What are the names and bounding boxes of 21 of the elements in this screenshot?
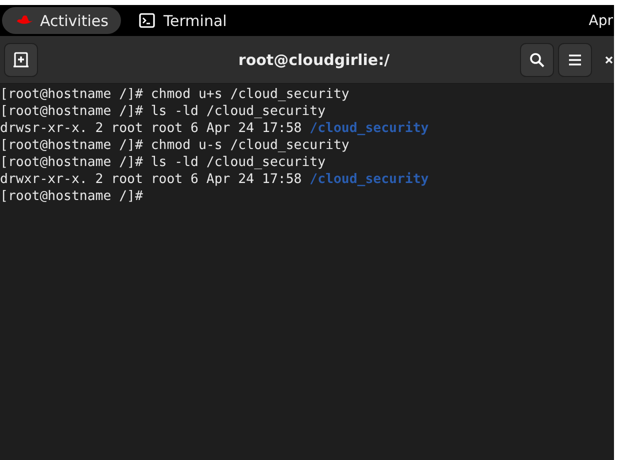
new-tab-button[interactable] bbox=[4, 42, 38, 76]
activities-button[interactable]: Activities bbox=[2, 7, 122, 34]
clock[interactable]: Apr bbox=[588, 12, 614, 28]
terminal-icon bbox=[139, 13, 156, 28]
terminal-line: [root@hostname /]# chmod u-s /cloud_security bbox=[0, 137, 350, 154]
search-icon bbox=[529, 52, 545, 68]
terminal-line: [root@hostname /]# ls -ld /cloud_security bbox=[0, 103, 326, 120]
new-tab-icon bbox=[12, 50, 30, 68]
terminal-line: drwxr-xr-x. 2 root root 6 Apr 24 17:58 /cloud_security bbox=[0, 171, 429, 188]
terminal-line: [root@hostname /]# ls -ld /cloud_security bbox=[0, 154, 326, 171]
hat-icon bbox=[16, 15, 34, 26]
close-button[interactable] bbox=[604, 54, 614, 64]
terminal-line: [root@hostname /]# bbox=[0, 188, 143, 205]
window-title: root@cloudgirlie:/ bbox=[237, 50, 391, 68]
close-icon bbox=[605, 56, 613, 64]
terminal-line: drwsr-xr-x. 2 root root 6 Apr 24 17:58 /cloud_security bbox=[0, 120, 429, 137]
menu-icon bbox=[568, 54, 582, 66]
terminal-app-button[interactable]: Terminal bbox=[135, 12, 231, 30]
terminal-line: [root@hostname /]# chmod u+s /cloud_security bbox=[0, 86, 350, 103]
search-button[interactable] bbox=[520, 42, 554, 76]
menu-button[interactable] bbox=[558, 42, 592, 76]
